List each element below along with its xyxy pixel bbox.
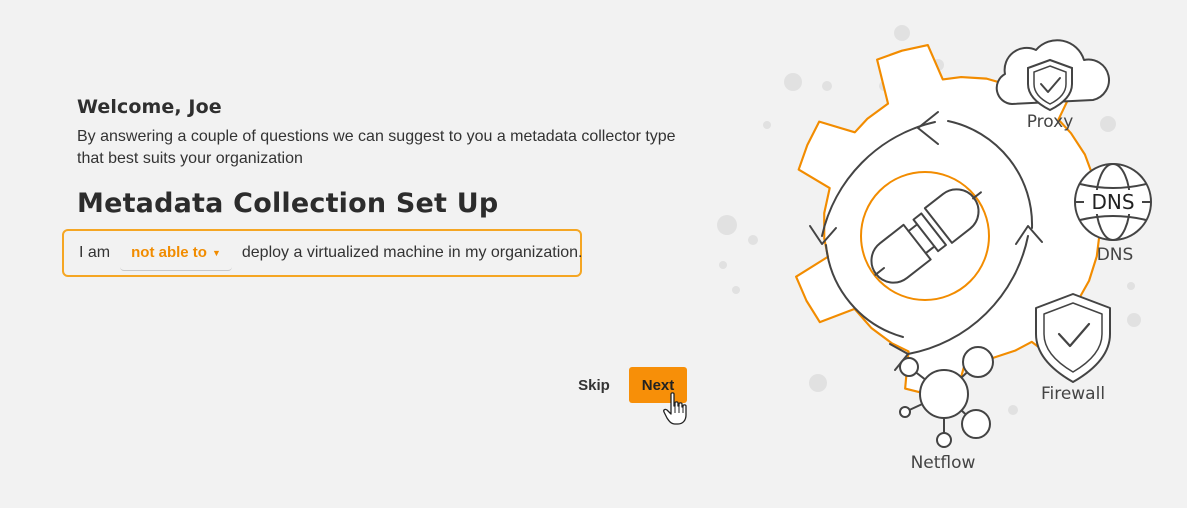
integration-illustration: Proxy DNS DNS Firewall Netflow: [717, 25, 1152, 473]
proxy-cloud-icon: [995, 39, 1110, 112]
proxy-label: Proxy: [1027, 112, 1074, 132]
welcome-greeting: Welcome,: [77, 96, 182, 118]
user-name: Joe: [188, 96, 222, 118]
dns-badge-text: DNS: [1091, 190, 1134, 214]
skip-button[interactable]: Skip: [568, 367, 620, 403]
sentence-suffix: deploy a virtualized machine in my organ…: [241, 244, 583, 261]
hand-pointer-icon: [663, 392, 687, 425]
welcome-section: Welcome, Joe By answering a couple of qu…: [77, 96, 717, 170]
question-sentence-box: I am not able to ▼ deploy a virtualized …: [62, 229, 583, 277]
ability-dropdown[interactable]: not able to ▼: [120, 236, 232, 271]
ability-dropdown-value: not able to: [131, 244, 207, 261]
intro-line-2: that best suits your organization: [77, 150, 303, 167]
dns-label: DNS: [1097, 245, 1134, 265]
caret-down-icon: ▼: [211, 247, 221, 258]
intro-text: By answering a couple of questions we ca…: [77, 126, 697, 170]
question-sentence: I am not able to ▼ deploy a virtualized …: [79, 231, 583, 275]
firewall-label: Firewall: [1041, 384, 1105, 404]
sentence-prefix: I am: [79, 244, 111, 261]
page-title: Metadata Collection Set Up: [77, 188, 499, 219]
welcome-heading: Welcome, Joe: [77, 96, 717, 118]
firewall-shield-icon: [1035, 293, 1111, 383]
intro-line-1: By answering a couple of questions we ca…: [77, 128, 676, 145]
netflow-label: Netflow: [911, 453, 976, 473]
